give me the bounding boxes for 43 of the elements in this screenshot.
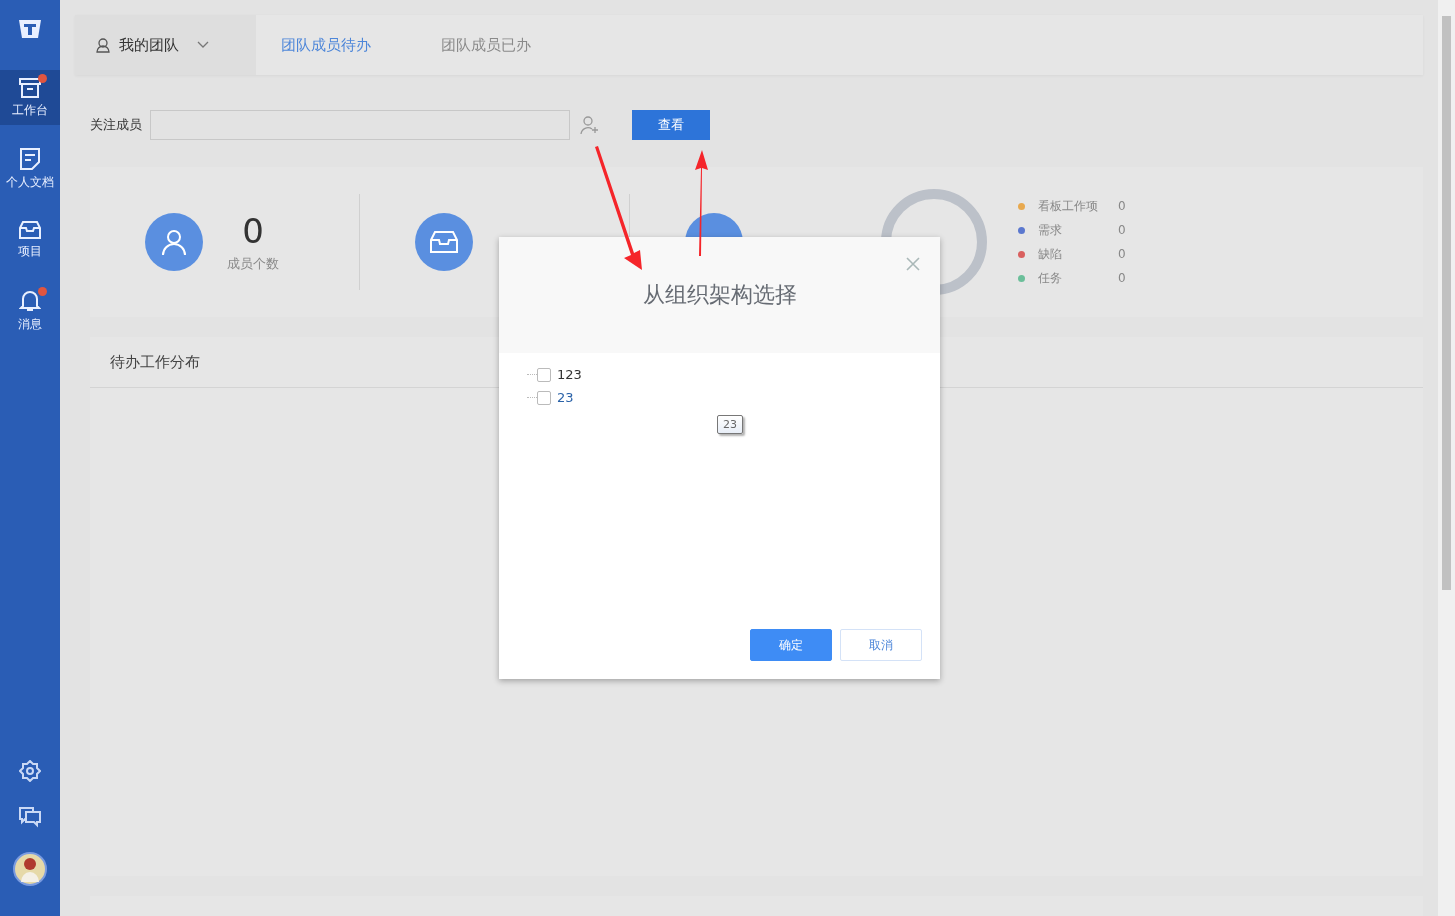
confirm-button[interactable]: 确定 [750,629,832,661]
tooltip: 23 [717,415,743,434]
tab[interactable]: 团队成员待办 [281,35,371,55]
tree-item[interactable]: 23 [557,390,574,405]
scrollbar[interactable] [1438,0,1455,916]
sidebar-item[interactable]: 项目 [0,212,60,267]
inbox-icon [429,230,459,254]
panel-title: 待办工作分布 [110,352,200,372]
member-field[interactable] [150,110,570,140]
stat-label: 成员个数 [227,255,279,273]
bell-icon [19,288,41,313]
archive-icon [18,76,42,99]
dialog-title: 从组织架构选择 [642,281,797,309]
legend-value: 0 [1118,199,1126,213]
user-icon [159,227,189,257]
add-user-icon[interactable] [580,115,600,135]
chevron-down-icon [197,41,209,49]
legend-label: 看板工作项 [1038,197,1099,215]
legend-label: 缺陷 [1038,245,1063,263]
document-icon [19,146,41,171]
tree-item[interactable]: 123 [557,367,582,382]
chat-icon[interactable] [18,806,42,828]
team-selector[interactable]: 我的团队 [75,15,256,75]
legend-value: 0 [1118,271,1126,285]
logo-icon [18,18,42,40]
avatar[interactable] [13,852,47,886]
legend-value: 0 [1118,223,1126,237]
view-button[interactable]: 查看 [632,110,710,140]
cancel-button[interactable]: 取消 [840,629,922,661]
stat-value: 0 [242,211,264,251]
checkbox[interactable] [537,390,551,405]
field-label: 关注成员 [90,116,142,134]
checkbox[interactable] [537,367,551,382]
sidebar-item[interactable]: 消息 [0,283,60,338]
sidebar-item[interactable]: 个人文档 [0,141,60,196]
legend-label: 任务 [1038,269,1063,287]
legend-value: 0 [1118,247,1126,261]
settings-icon[interactable] [19,760,41,782]
close-icon[interactable] [906,257,920,271]
inbox-icon [18,219,42,240]
legend-label: 需求 [1038,221,1063,239]
user-icon [95,37,111,53]
sidebar-item[interactable]: 工作台 [0,70,60,125]
